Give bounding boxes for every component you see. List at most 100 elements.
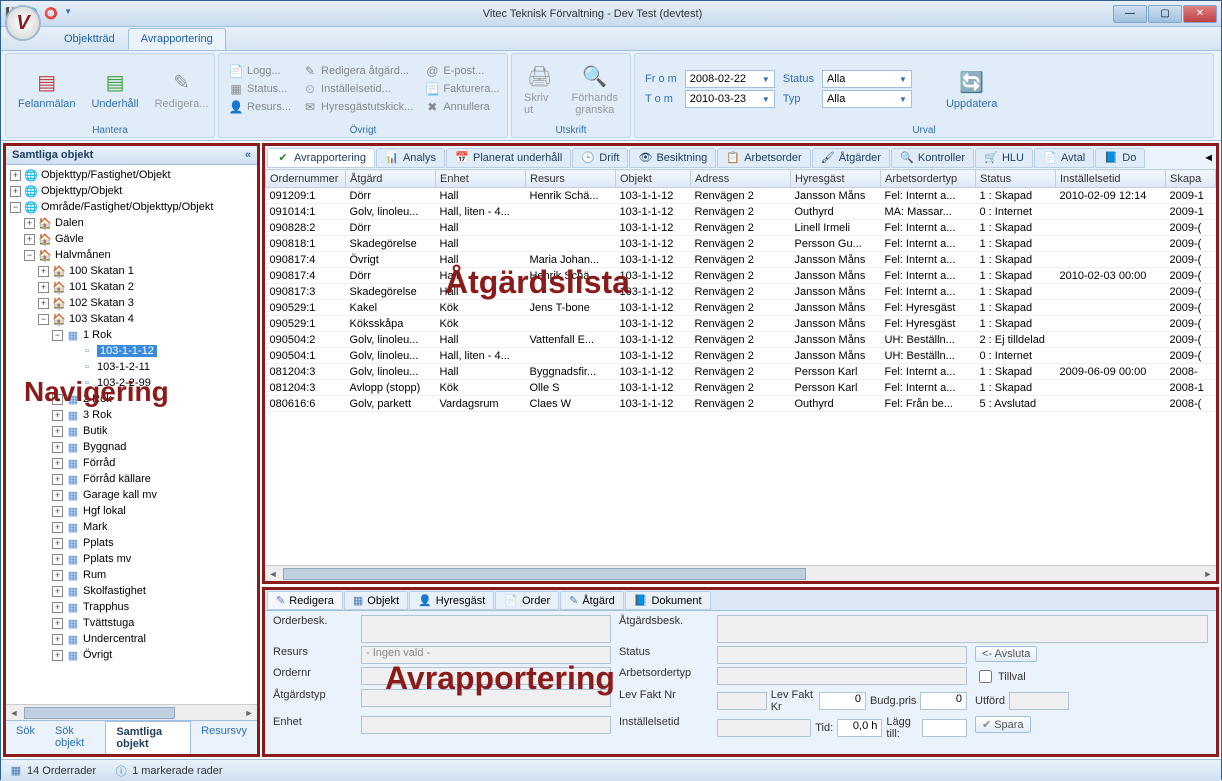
expand-icon[interactable]: + — [38, 298, 49, 309]
tree-item[interactable]: +▦Rum — [52, 567, 255, 583]
spara-button[interactable]: ✔Spara — [975, 716, 1031, 733]
tree-item[interactable]: +▦2 Rok — [52, 391, 255, 407]
tree-item[interactable]: +▦Pplats — [52, 535, 255, 551]
detail-tab-redigera[interactable]: ✎Redigera — [267, 591, 343, 610]
status-select[interactable]: Alla▼ — [822, 70, 912, 88]
table-row[interactable]: 090529:1KakelKökJens T-bone103-1-1-12Ren… — [266, 300, 1216, 316]
table-row[interactable]: 090817:4DörrHallHenrik Schä...103-1-1-12… — [266, 268, 1216, 284]
expand-icon[interactable]: + — [52, 442, 63, 453]
view-tab-åtgärder[interactable]: 🖌Åtgärder — [812, 148, 890, 168]
levfaktnr-input[interactable] — [717, 692, 767, 710]
from-date-input[interactable]: 2008-02-22▼ — [685, 70, 775, 88]
resurs-select[interactable]: - Ingen vald - — [361, 646, 611, 664]
column-header[interactable]: Status — [976, 170, 1056, 188]
utford-input[interactable] — [1009, 692, 1069, 710]
tree-item[interactable]: +🏠Gävle — [24, 231, 255, 247]
redigera-button[interactable]: ✎Redigera... — [149, 66, 215, 112]
fakturera-button[interactable]: 📃Fakturera... — [421, 81, 503, 97]
table-row[interactable]: 081204:3Golv, linoleu...HallByggnadsfir.… — [266, 364, 1216, 380]
expand-icon[interactable]: + — [52, 394, 63, 405]
arbetsordertyp-input[interactable] — [717, 667, 967, 685]
dropdown-icon[interactable]: ▼ — [64, 7, 72, 20]
collapse-icon[interactable]: − — [38, 314, 49, 325]
expand-icon[interactable]: + — [52, 458, 63, 469]
expand-icon[interactable]: + — [24, 234, 35, 245]
expand-icon[interactable]: + — [52, 618, 63, 629]
tree-item[interactable]: +▦3 Rok — [52, 407, 255, 423]
table-row[interactable]: 090529:1KöksskåpaKök103-1-1-12Renvägen 2… — [266, 316, 1216, 332]
tree-item[interactable]: +🏠100 Skatan 1 — [38, 263, 255, 279]
view-tab-besiktning[interactable]: 👁Besiktning — [629, 148, 716, 168]
nav-tab[interactable]: Resursvy — [191, 721, 257, 754]
column-header[interactable]: Adress — [691, 170, 791, 188]
expand-icon[interactable]: + — [38, 266, 49, 277]
tillval-checkbox[interactable]: Tillval — [975, 667, 1208, 686]
tree-item[interactable]: +▦Förråd källare — [52, 471, 255, 487]
tree-item[interactable]: −▦1 Rok — [52, 327, 255, 343]
ordernr-input[interactable] — [361, 667, 611, 685]
hyresgastutskick-button[interactable]: ✉Hyresgästutskick... — [299, 99, 417, 115]
table-row[interactable]: 090817:4ÖvrigtHallMaria Johan...103-1-1-… — [266, 252, 1216, 268]
expand-icon[interactable]: + — [52, 474, 63, 485]
tree-item[interactable]: −🌐Område/Fastighet/Objekttyp/Objekt — [10, 199, 255, 215]
tid-input[interactable]: 0,0 h — [837, 719, 882, 737]
tabs-scroll-left[interactable]: ◄ — [1203, 152, 1214, 164]
installsetid-button[interactable]: ⏲Inställelsetid... — [299, 81, 417, 97]
tree-item[interactable]: +▦Byggnad — [52, 439, 255, 455]
detail-tab-åtgärd[interactable]: ✎Åtgärd — [560, 591, 624, 610]
expand-icon[interactable]: + — [52, 602, 63, 613]
levfaktkr-input[interactable]: 0 — [819, 692, 866, 710]
skrivut-button[interactable]: 🖨Skriv ut — [518, 60, 562, 118]
expand-icon[interactable]: + — [52, 506, 63, 517]
table-row[interactable]: 090817:3SkadegörelseHall103-1-1-12Renväg… — [266, 284, 1216, 300]
annullera-button[interactable]: ✖Annullera — [421, 99, 503, 115]
tree-item[interactable]: +🏠101 Skatan 2 — [38, 279, 255, 295]
column-header[interactable]: Enhet — [436, 170, 526, 188]
view-tab-kontroller[interactable]: 🔍Kontroller — [891, 148, 974, 168]
atgardstyp-input[interactable] — [361, 689, 611, 707]
detail-tab-hyresgäst[interactable]: 👤Hyresgäst — [409, 591, 494, 610]
expand-icon[interactable]: + — [52, 650, 63, 661]
expand-icon[interactable]: + — [52, 586, 63, 597]
menu-tab-avrapportering[interactable]: Avrapportering — [128, 28, 226, 50]
tree-item[interactable]: +▦Pplats mv — [52, 551, 255, 567]
felanmalan-button[interactable]: ▤Felanmälan — [12, 66, 81, 112]
collapse-icon[interactable]: − — [10, 202, 21, 213]
table-row[interactable]: 090504:1Golv, linoleu...Hall, liten - 4.… — [266, 348, 1216, 364]
collapse-icon[interactable]: « — [245, 149, 251, 161]
epost-button[interactable]: @E-post... — [421, 63, 503, 79]
column-header[interactable]: Ordernummer — [266, 170, 346, 188]
expand-icon[interactable]: + — [52, 538, 63, 549]
minimize-button[interactable]: — — [1113, 5, 1147, 23]
redigera-atgard-button[interactable]: ✎Redigera åtgärd... — [299, 63, 417, 79]
tree-item[interactable]: +▦Hgf lokal — [52, 503, 255, 519]
laggtill-input[interactable] — [922, 719, 967, 737]
view-tab-arbetsorder[interactable]: 📋Arbetsorder — [717, 148, 810, 168]
tree-item[interactable]: +▦Förråd — [52, 455, 255, 471]
tree-item[interactable]: ▫103-1-2-11 — [66, 359, 255, 375]
nav-tab[interactable]: Sök — [6, 721, 45, 754]
resurs-button[interactable]: 👤Resurs... — [225, 99, 295, 115]
expand-icon[interactable]: + — [24, 218, 35, 229]
tree-item[interactable]: +🏠Dalen — [24, 215, 255, 231]
expand-icon[interactable]: + — [52, 634, 63, 645]
installsetid-input[interactable] — [717, 719, 811, 737]
tree-item[interactable]: +▦Övrigt — [52, 647, 255, 663]
column-header[interactable]: Åtgärd — [346, 170, 436, 188]
column-header[interactable]: Arbetsordertyp — [881, 170, 976, 188]
tree-scrollbar[interactable]: ◄► — [6, 704, 257, 720]
actions-grid[interactable]: OrdernummerÅtgärdEnhetResursObjektAdress… — [265, 169, 1216, 412]
menu-tab-objektträd[interactable]: Objektträd — [51, 28, 128, 50]
tree-item[interactable]: +🌐Objekttyp/Fastighet/Objekt — [10, 167, 255, 183]
column-header[interactable]: Resurs — [526, 170, 616, 188]
table-row[interactable]: 091014:1Golv, linoleu...Hall, liten - 4.… — [266, 204, 1216, 220]
tree-item[interactable]: +🏠102 Skatan 3 — [38, 295, 255, 311]
expand-icon[interactable]: + — [52, 410, 63, 421]
expand-icon[interactable]: + — [52, 426, 63, 437]
collapse-icon[interactable]: − — [24, 250, 35, 261]
table-row[interactable]: 090818:1SkadegörelseHall103-1-1-12Renväg… — [266, 236, 1216, 252]
tree-item[interactable]: +🌐Objekttyp/Objekt — [10, 183, 255, 199]
expand-icon[interactable]: + — [52, 522, 63, 533]
status-select-detail[interactable] — [717, 646, 967, 664]
uppdatera-button[interactable]: 🔄Uppdatera — [940, 66, 1003, 112]
